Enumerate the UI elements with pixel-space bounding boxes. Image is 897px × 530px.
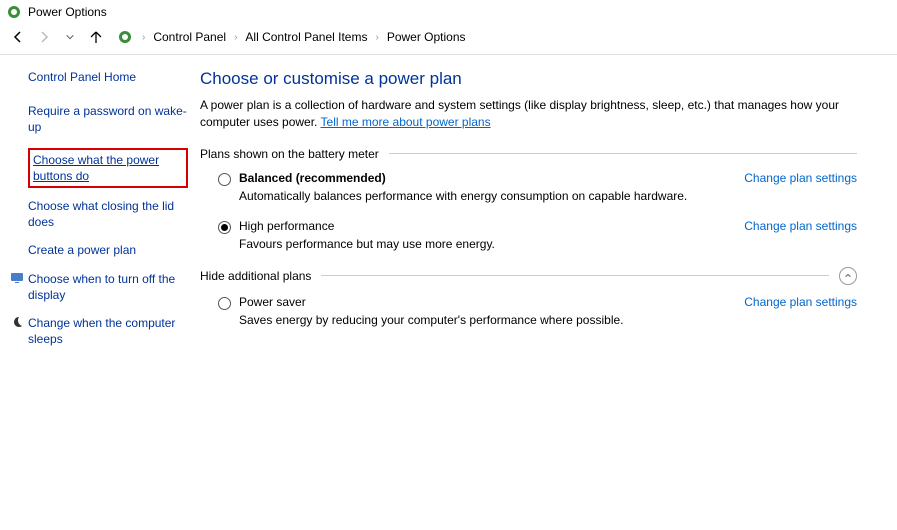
page-heading: Choose or customise a power plan xyxy=(200,69,857,89)
chevron-right-icon[interactable]: › xyxy=(375,32,378,43)
divider xyxy=(321,275,829,276)
plan-desc: Favours performance but may use more ene… xyxy=(239,237,495,251)
sleep-icon xyxy=(10,315,24,329)
nav-row: › Control Panel › All Control Panel Item… xyxy=(0,24,897,55)
plan-name[interactable]: Balanced (recommended) xyxy=(239,171,687,185)
recent-dropdown-icon[interactable] xyxy=(60,27,80,47)
battery-meter-section-label: Plans shown on the battery meter xyxy=(200,147,857,161)
plan-power-saver: Power saver Saves energy by reducing you… xyxy=(218,295,857,327)
forward-button[interactable] xyxy=(34,27,54,47)
power-options-icon xyxy=(116,28,134,46)
chevron-right-icon[interactable]: › xyxy=(142,32,145,43)
divider xyxy=(389,153,857,154)
up-button[interactable] xyxy=(86,27,106,47)
window-title: Power Options xyxy=(28,5,107,19)
sidebar-link-closing-lid[interactable]: Choose what closing the lid does xyxy=(28,198,188,230)
plan-name[interactable]: High performance xyxy=(239,219,495,233)
breadcrumb-item[interactable]: Control Panel xyxy=(153,30,226,44)
plan-balanced: Balanced (recommended) Automatically bal… xyxy=(218,171,857,203)
control-panel-home-link[interactable]: Control Panel Home xyxy=(28,69,188,85)
section-title: Plans shown on the battery meter xyxy=(200,147,379,161)
content-area: Control Panel Home Require a password on… xyxy=(0,55,897,359)
plan-high-performance: High performance Favours performance but… xyxy=(218,219,857,251)
hide-additional-plans-label: Hide additional plans xyxy=(200,267,857,285)
sidebar-link-turn-off-display[interactable]: Choose when to turn off the display xyxy=(28,271,188,303)
plan-desc: Saves energy by reducing your computer's… xyxy=(239,313,624,327)
intro-text: A power plan is a collection of hardware… xyxy=(200,97,857,131)
sidebar-link-create-plan[interactable]: Create a power plan xyxy=(28,242,188,258)
display-icon xyxy=(10,271,24,285)
breadcrumb-item[interactable]: All Control Panel Items xyxy=(245,30,367,44)
breadcrumb-item[interactable]: Power Options xyxy=(387,30,466,44)
chevron-right-icon[interactable]: › xyxy=(234,32,237,43)
radio-power-saver[interactable] xyxy=(218,297,231,310)
section-title: Hide additional plans xyxy=(200,269,311,283)
tell-me-more-link[interactable]: Tell me more about power plans xyxy=(321,115,491,129)
breadcrumb[interactable]: › Control Panel › All Control Panel Item… xyxy=(112,26,889,48)
sidebar: Control Panel Home Require a password on… xyxy=(0,69,200,359)
radio-high-performance[interactable] xyxy=(218,221,231,234)
sidebar-link-computer-sleeps[interactable]: Change when the computer sleeps xyxy=(28,315,188,347)
power-options-icon xyxy=(6,4,22,20)
plan-desc: Automatically balances performance with … xyxy=(239,189,687,203)
change-plan-settings-link[interactable]: Change plan settings xyxy=(744,171,857,185)
change-plan-settings-link[interactable]: Change plan settings xyxy=(744,295,857,309)
main-panel: Choose or customise a power plan A power… xyxy=(200,69,897,359)
intro-body: A power plan is a collection of hardware… xyxy=(200,98,839,129)
collapse-toggle-icon[interactable] xyxy=(839,267,857,285)
sidebar-link-power-buttons[interactable]: Choose what the power buttons do xyxy=(28,148,188,188)
back-button[interactable] xyxy=(8,27,28,47)
sidebar-link-require-password[interactable]: Require a password on wake-up xyxy=(28,103,188,135)
plan-name[interactable]: Power saver xyxy=(239,295,624,309)
radio-balanced[interactable] xyxy=(218,173,231,186)
title-bar: Power Options xyxy=(0,0,897,24)
change-plan-settings-link[interactable]: Change plan settings xyxy=(744,219,857,233)
